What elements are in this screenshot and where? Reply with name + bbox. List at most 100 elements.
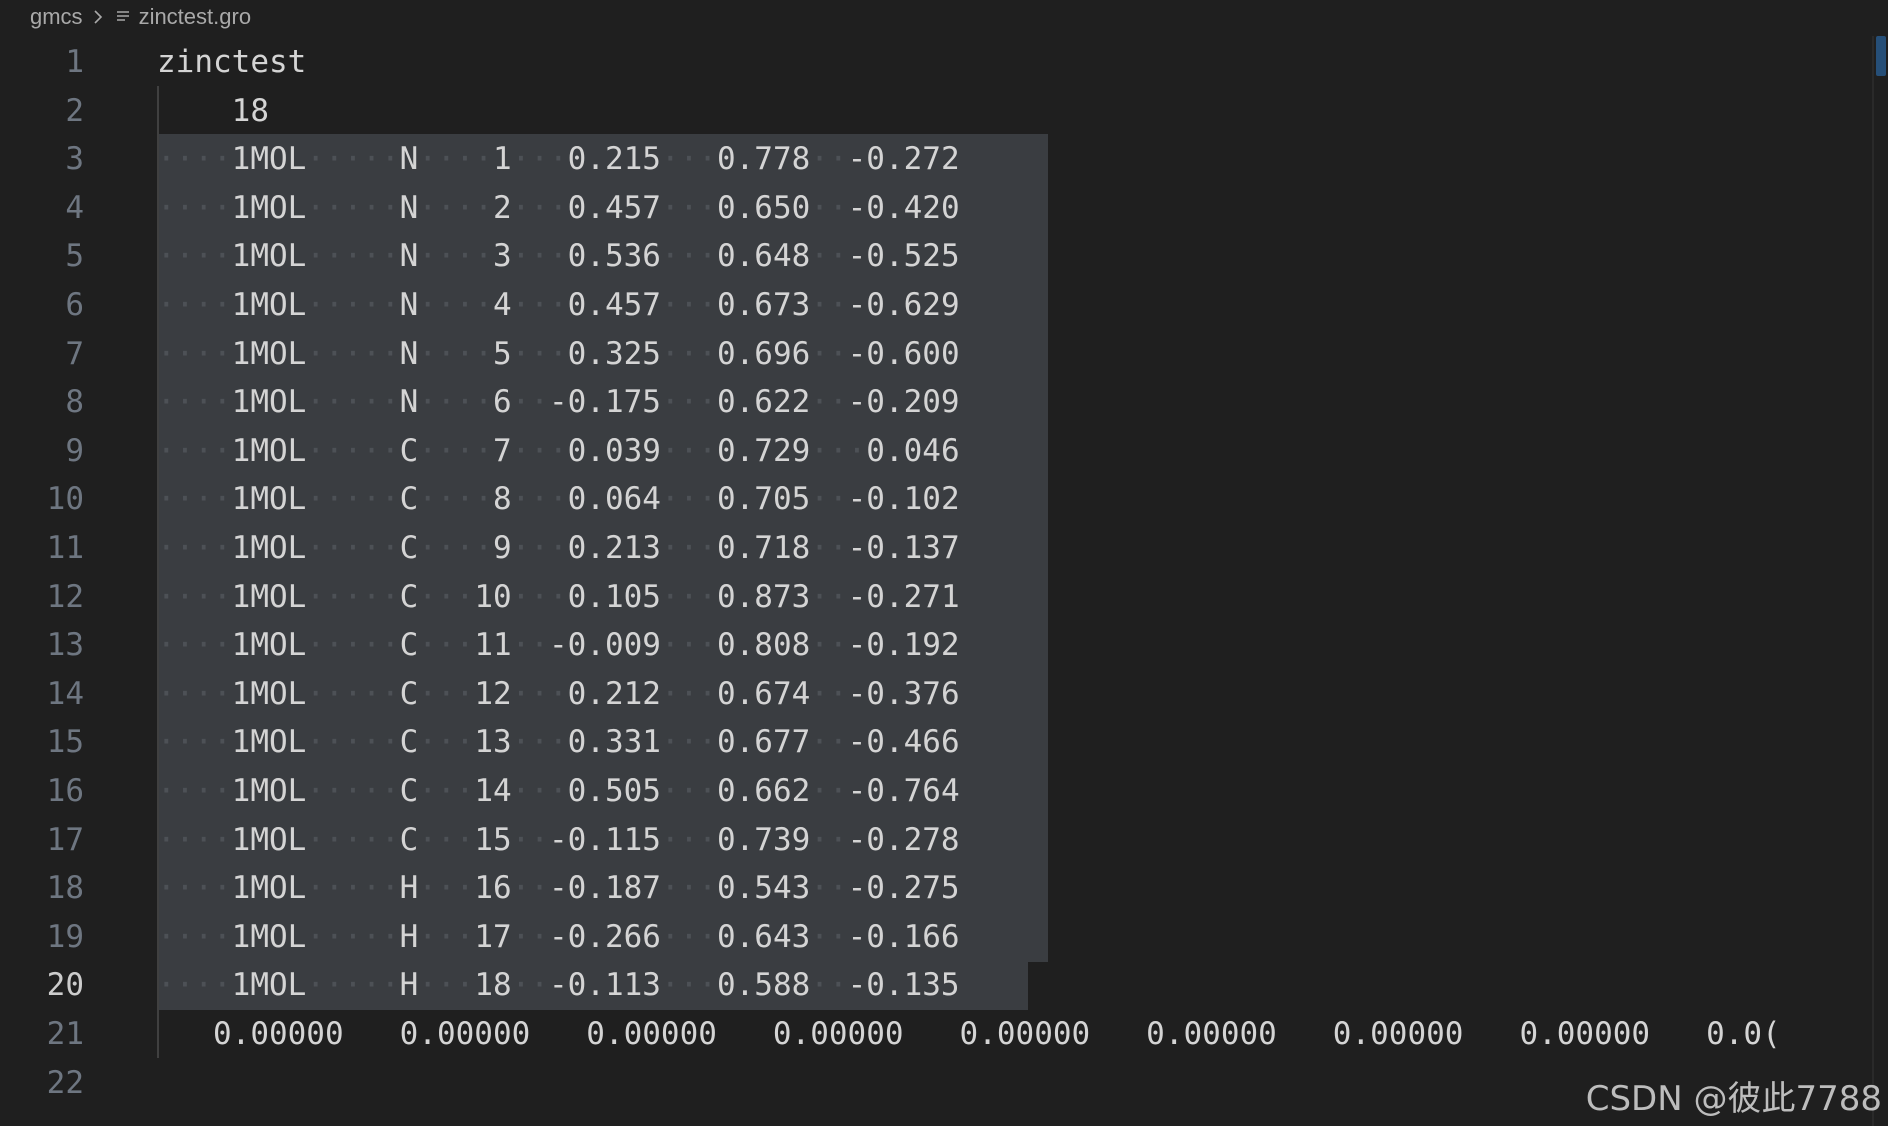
line-text: ····1MOL·····N····2···0.457···0.650··-0.… xyxy=(157,189,960,226)
code-line[interactable]: 12 ····1MOL·····C···10···0.105···0.873··-… xyxy=(0,573,1860,621)
whitespace-marker: ···· xyxy=(418,384,493,421)
whitespace-marker: ·· xyxy=(511,870,549,907)
whitespace-marker: ··· xyxy=(511,530,568,566)
whitespace-marker: ·· xyxy=(810,238,848,275)
whitespace-marker: ·· xyxy=(810,481,848,518)
whitespace-marker: ···· xyxy=(157,675,232,712)
whitespace-marker: ···· xyxy=(418,189,493,226)
code-line[interactable]: 1 zinctest xyxy=(0,38,1860,86)
line-number: 2 xyxy=(65,92,84,129)
whitespace-marker: ·· xyxy=(511,384,549,421)
breadcrumb: gmcs zinctest.gro xyxy=(0,0,1888,34)
whitespace-marker: ···· xyxy=(418,530,493,566)
whitespace-marker: ····· xyxy=(306,918,400,955)
line-number: 14 xyxy=(46,675,84,712)
breadcrumb-file[interactable]: zinctest.gro xyxy=(139,4,252,30)
whitespace-marker: ·· xyxy=(810,724,848,761)
whitespace-marker: ·· xyxy=(810,821,848,858)
scrollbar-thumb[interactable] xyxy=(1876,36,1886,76)
whitespace-marker: ·· xyxy=(810,189,848,226)
whitespace-marker: ··· xyxy=(418,627,475,664)
whitespace-marker: ··· xyxy=(418,578,475,615)
whitespace-marker: ··· xyxy=(418,967,475,1004)
line-number: 20 xyxy=(46,967,84,1004)
whitespace-marker: ··· xyxy=(511,675,568,712)
line-number: 16 xyxy=(46,773,84,809)
whitespace-marker: ···· xyxy=(157,384,232,421)
whitespace-marker: ··· xyxy=(660,141,717,178)
code-line[interactable]: 17 ····1MOL·····C···15··-0.115···0.739··-… xyxy=(0,816,1860,864)
line-text: ····1MOL·····C····7···0.039···0.729···0.… xyxy=(157,432,960,469)
line-number: 9 xyxy=(65,432,84,469)
whitespace-marker: ··· xyxy=(660,287,717,323)
chevron-right-icon xyxy=(93,9,103,25)
whitespace-marker: ··· xyxy=(660,627,717,664)
line-text: ····1MOL·····C···10···0.105···0.873··-0.… xyxy=(157,578,960,615)
whitespace-marker: ··· xyxy=(660,821,717,858)
whitespace-marker: ····· xyxy=(306,724,400,761)
code-editor[interactable]: 1 zinctest 2 18 3 ····1MOL·····N····1···0.21… xyxy=(0,36,1888,1126)
whitespace-marker: ···· xyxy=(157,967,232,1004)
line-text: zinctest xyxy=(157,44,307,80)
code-line[interactable]: 8 ····1MOL·····N····6··-0.175···0.622··-0… xyxy=(0,378,1860,426)
whitespace-marker: ··· xyxy=(511,335,568,372)
code-line[interactable]: 15 ····1MOL·····C···13···0.331···0.677··-… xyxy=(0,718,1860,766)
whitespace-marker: ··· xyxy=(418,675,475,712)
breadcrumb-folder[interactable]: gmcs xyxy=(0,4,83,30)
code-line[interactable]: 21 0.00000 0.00000 0.00000 0.00000 0.000… xyxy=(0,1010,1860,1058)
whitespace-marker: ···· xyxy=(157,530,232,566)
line-text: ····1MOL·····H···17··-0.266···0.643··-0.… xyxy=(157,918,960,955)
line-text: 18 xyxy=(157,92,269,129)
whitespace-marker: ··· xyxy=(660,530,717,566)
line-number: 17 xyxy=(46,821,84,858)
code-line[interactable]: 7 ····1MOL·····N····5···0.325···0.696··-0… xyxy=(0,330,1860,378)
code-line[interactable]: 6 ····1MOL·····N····4···0.457···0.673··-0… xyxy=(0,281,1860,329)
line-number: 22 xyxy=(46,1064,84,1101)
code-line[interactable]: 3 ····1MOL·····N····1···0.215···0.778··-0… xyxy=(0,135,1860,183)
line-number: 10 xyxy=(46,481,84,518)
whitespace-marker: ··· xyxy=(511,773,568,809)
whitespace-marker: ·· xyxy=(810,384,848,421)
code-line[interactable]: 2 18 xyxy=(0,87,1860,135)
code-line[interactable]: 13 ····1MOL·····C···11··-0.009···0.808··-… xyxy=(0,621,1860,669)
whitespace-marker: ····· xyxy=(306,773,400,809)
code-line[interactable]: 10 ····1MOL·····C····8···0.064···0.705··-… xyxy=(0,475,1860,523)
line-number: 4 xyxy=(65,189,84,226)
code-line[interactable]: 9 ····1MOL·····C····7···0.039···0.729···0… xyxy=(0,427,1860,475)
scrollbar-track[interactable] xyxy=(1872,36,1874,1126)
whitespace-marker: ··· xyxy=(810,432,867,469)
code-line[interactable]: 5 ····1MOL·····N····3···0.536···0.648··-0… xyxy=(0,232,1860,280)
whitespace-marker: ·· xyxy=(511,821,549,858)
whitespace-marker: ···· xyxy=(157,578,232,615)
code-line[interactable]: 19 ····1MOL·····H···17··-0.266···0.643··-… xyxy=(0,913,1860,961)
code-line[interactable]: 14 ····1MOL·····C···12···0.212···0.674··-… xyxy=(0,670,1860,718)
line-text: ····1MOL·····N····6··-0.175···0.622··-0.… xyxy=(157,384,960,421)
code-line[interactable]: 16 ····1MOL·····C···14···0.505···0.662··-… xyxy=(0,767,1860,815)
line-text: ····1MOL·····N····3···0.536···0.648··-0.… xyxy=(157,238,960,275)
whitespace-marker: ····· xyxy=(306,578,400,615)
whitespace-marker: ··· xyxy=(660,918,717,955)
whitespace-marker: ···· xyxy=(418,287,493,323)
file-lines-icon xyxy=(115,9,131,25)
line-number: 5 xyxy=(65,238,84,275)
whitespace-marker: ··· xyxy=(660,384,717,421)
whitespace-marker: ···· xyxy=(157,821,232,858)
code-line[interactable]: 4 ····1MOL·····N····2···0.457···0.650··-0… xyxy=(0,184,1860,232)
whitespace-marker: ····· xyxy=(306,141,400,178)
whitespace-marker: ·· xyxy=(511,627,549,664)
whitespace-marker: ···· xyxy=(157,724,232,761)
code-line[interactable]: 18 ····1MOL·····H···16··-0.187···0.543··-… xyxy=(0,864,1860,912)
code-line[interactable]: 11 ····1MOL·····C····9···0.213···0.718··-… xyxy=(0,524,1860,572)
whitespace-marker: ·· xyxy=(810,287,848,323)
whitespace-marker: ·· xyxy=(810,578,848,615)
whitespace-marker: ···· xyxy=(157,481,232,518)
line-number: 15 xyxy=(46,724,84,761)
whitespace-marker: ·· xyxy=(511,918,549,955)
whitespace-marker: ··· xyxy=(511,141,568,178)
whitespace-marker: ··· xyxy=(660,335,717,372)
whitespace-marker: ··· xyxy=(418,918,475,955)
code-line[interactable]: 22 xyxy=(0,1059,1860,1107)
line-text: ····1MOL·····H···18··-0.113···0.588··-0.… xyxy=(157,967,960,1004)
line-text: ····1MOL·····N····4···0.457···0.673··-0.… xyxy=(157,287,960,323)
code-line[interactable]: 20 ····1MOL·····H···18··-0.113···0.588··-… xyxy=(0,961,1860,1009)
